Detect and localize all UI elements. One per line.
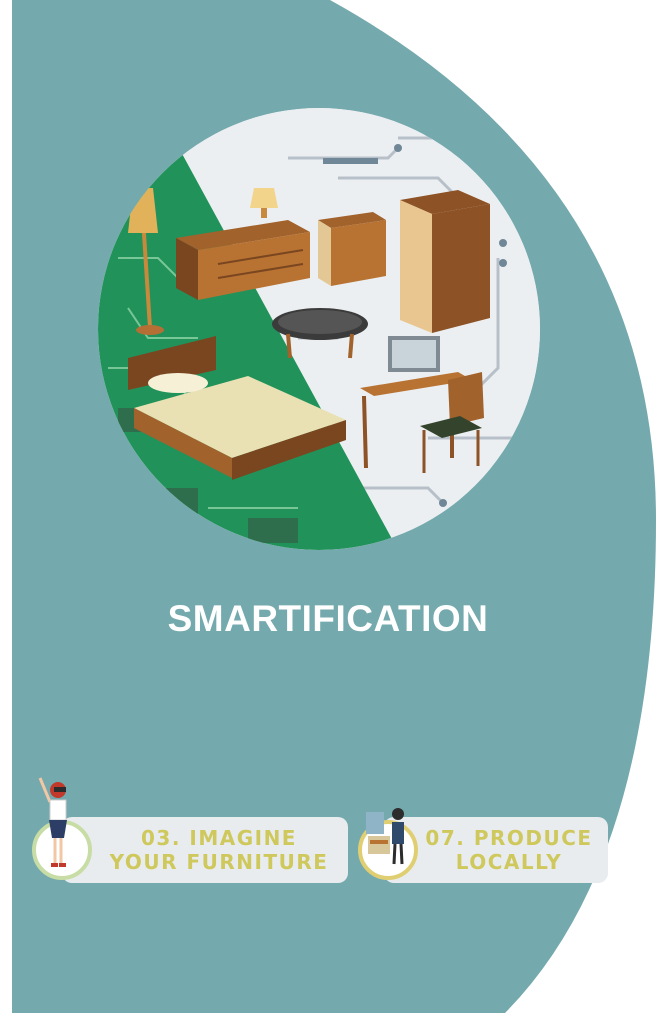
step-tag-produce-label: 07. PRODUCE LOCALLY [425,826,593,874]
step-tag-imagine-label: 03. IMAGINE YOUR FURNITURE [109,826,329,874]
workshop-worker-figure [366,808,404,865]
vr-user-figure [38,777,67,867]
page-title: SMARTIFICATION [167,598,489,639]
step-tag-imagine[interactable]: 03. IMAGINE YOUR FURNITURE [62,817,348,883]
hero-furniture-illustration [98,108,540,550]
